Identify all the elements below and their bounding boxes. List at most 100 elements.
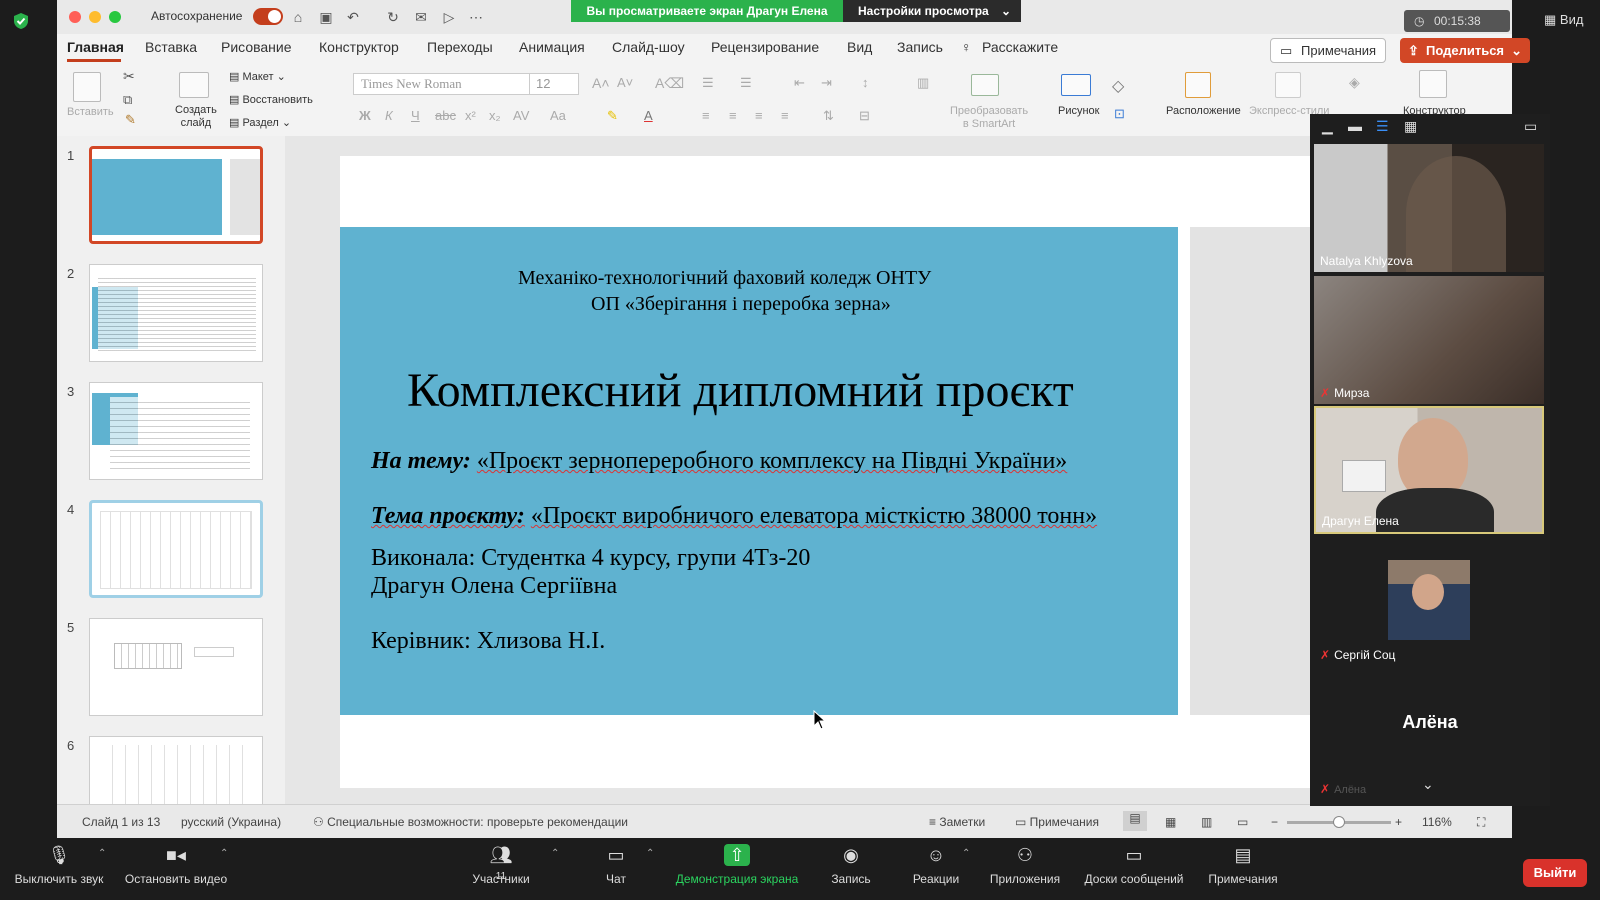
slide-thumbnail-4[interactable] [89,500,263,598]
save-icon[interactable]: ▣ [317,8,335,26]
italic-icon[interactable]: К [385,108,393,123]
new-slide-label[interactable]: Создать слайд [175,104,217,130]
tab-draw[interactable]: Рисование [221,39,292,55]
quick-styles-icon[interactable] [1275,72,1301,98]
clear-format-icon[interactable]: A⌫ [655,75,684,92]
current-slide[interactable]: Механіко-технологічний фаховий коледж ОН… [340,156,1340,788]
tab-slideshow[interactable]: Слайд-шоу [612,39,685,55]
bullets-icon[interactable]: ☰ [702,75,714,91]
view-button[interactable]: ▦ Вид [1544,12,1583,28]
slide-sorter-icon[interactable]: ▦ [1165,815,1176,829]
paste-icon[interactable] [73,72,101,102]
underline-icon[interactable]: Ч [411,108,420,123]
layout-button[interactable]: ▤ Макет ⌄ [229,70,286,83]
strikethrough-icon[interactable]: abc [435,108,456,123]
slide-thumbnail-5[interactable] [89,618,263,716]
video-tile[interactable]: ✗ Сергій Соц [1314,538,1544,666]
align-center-icon[interactable]: ≡ [729,108,737,123]
share-button[interactable]: ⇪ Поделиться ⌄ [1400,38,1530,63]
align-right-icon[interactable]: ≡ [755,108,763,123]
slide-thumbnail-6[interactable] [89,736,263,804]
slideshow-view-icon[interactable]: ▭ [1237,815,1248,829]
char-spacing-icon[interactable]: AV [513,108,529,123]
normal-view-icon[interactable]: ▤ [1123,811,1147,831]
video-tile[interactable]: Natalya Khlyzova [1314,144,1544,272]
fit-to-window-icon[interactable]: ⛶ [1477,815,1485,830]
chevron-up-icon[interactable]: ⌃ [551,848,559,859]
slide-thumbnail-2[interactable] [89,264,263,362]
align-left-icon[interactable]: ≡ [702,108,710,123]
picture-label[interactable]: Рисунок [1058,105,1100,117]
chat-button[interactable]: ▭ Чат [596,838,636,900]
shrink-font-icon[interactable]: A˅ [617,75,633,90]
chevron-up-icon[interactable]: ⌃ [98,848,106,859]
strip-view-icon[interactable]: ☰ [1376,118,1389,135]
cut-icon[interactable]: ✂ [123,68,135,85]
numbering-icon[interactable]: ☰ [740,75,752,91]
arrange-label[interactable]: Расположение [1166,105,1241,117]
font-family-select[interactable]: Times New Roman [353,73,533,95]
highlight-icon[interactable]: ✎ [607,108,618,124]
close-window-button[interactable] [69,11,81,23]
format-painter-icon[interactable]: ✎ [125,112,136,128]
increase-indent-icon[interactable]: ⇥ [821,75,832,91]
bold-icon[interactable]: Ж [359,108,371,123]
zoom-slider[interactable] [1287,816,1391,828]
participants-button[interactable]: 👥︎11 Участники [466,838,536,900]
play-icon[interactable]: ▷ [440,8,458,26]
tab-transitions[interactable]: Переходы [427,39,493,55]
minimize-window-button[interactable] [89,11,101,23]
justify-icon[interactable]: ≡ [781,108,789,123]
columns-icon[interactable]: ▥ [917,75,929,91]
language-indicator[interactable]: русский (Украина) [181,815,281,829]
align-text-icon[interactable]: ⊟ [859,108,870,124]
gallery-view-icon[interactable]: ▦ [1404,118,1417,135]
chevron-up-icon[interactable]: ⌃ [646,848,654,859]
tab-design[interactable]: Конструктор [319,39,399,55]
copy-icon[interactable]: ⧉ [123,92,132,108]
home-icon[interactable]: ⌂ [289,8,307,26]
maximize-window-button[interactable] [109,11,121,23]
tab-insert[interactable]: Вставка [145,39,197,55]
subscript-icon[interactable]: x₂ [489,108,501,123]
arrange-icon[interactable] [1185,72,1211,98]
video-tile[interactable]: ✗ Мирза [1314,276,1544,404]
fill-icon[interactable]: ◈ [1349,74,1360,91]
share-screen-button[interactable]: ⇧ Демонстрация экрана [666,838,808,900]
change-case-icon[interactable]: Aa [550,108,566,123]
notes-toggle[interactable]: ≡ Заметки [929,815,985,829]
redo-icon[interactable]: ↻ [384,8,402,26]
font-color-icon[interactable]: A [644,108,653,123]
chevron-up-icon[interactable]: ⌃ [962,848,970,859]
line-spacing-icon[interactable]: ↕ [862,75,869,90]
convert-smartart-label[interactable]: Преобразовать в SmartArt [950,105,1028,131]
stop-video-button[interactable]: ■◂ Остановить видео [118,838,234,900]
view-settings-dropdown[interactable]: Настройки просмотра ⌄ [843,0,1021,22]
autosave-toggle[interactable] [253,8,283,25]
chevron-up-icon[interactable]: ⌃ [220,848,228,859]
leave-meeting-button[interactable]: Выйти [1523,859,1587,887]
tell-me-search[interactable]: Расскажите [982,39,1058,55]
notes-button[interactable]: ▤ Примечания [1204,838,1282,900]
slide-thumbnail-1[interactable] [89,146,263,244]
tab-animations[interactable]: Анимация [519,39,585,55]
mute-button[interactable]: 🎙︎ Выключить звук [6,838,112,900]
more-icon[interactable]: ⋯ [467,8,485,26]
speaker-view-icon[interactable]: ▬ [1348,118,1362,134]
shapes-icon[interactable]: ◇ [1112,76,1124,96]
text-direction-icon[interactable]: ⇅ [823,108,834,124]
textbox-icon[interactable]: ⊡ [1114,106,1125,122]
slide-thumbnail-3[interactable] [89,382,263,480]
designer-icon[interactable] [1419,70,1447,98]
zoom-level[interactable]: 116% [1422,815,1452,829]
grow-font-icon[interactable]: A˄ [592,75,610,91]
section-button[interactable]: ▤ Раздел ⌄ [229,116,291,129]
new-slide-icon[interactable] [179,72,209,98]
undo-icon[interactable]: ↶ [344,8,362,26]
zoom-slider-handle[interactable] [1333,816,1345,828]
font-size-select[interactable]: 12 [529,73,579,95]
minimize-icon[interactable]: ▁ [1322,118,1333,135]
accessibility-status[interactable]: ⚇ Специальные возможности: проверьте рек… [313,815,628,829]
picture-icon[interactable] [1061,74,1091,96]
decrease-indent-icon[interactable]: ⇤ [794,75,805,91]
